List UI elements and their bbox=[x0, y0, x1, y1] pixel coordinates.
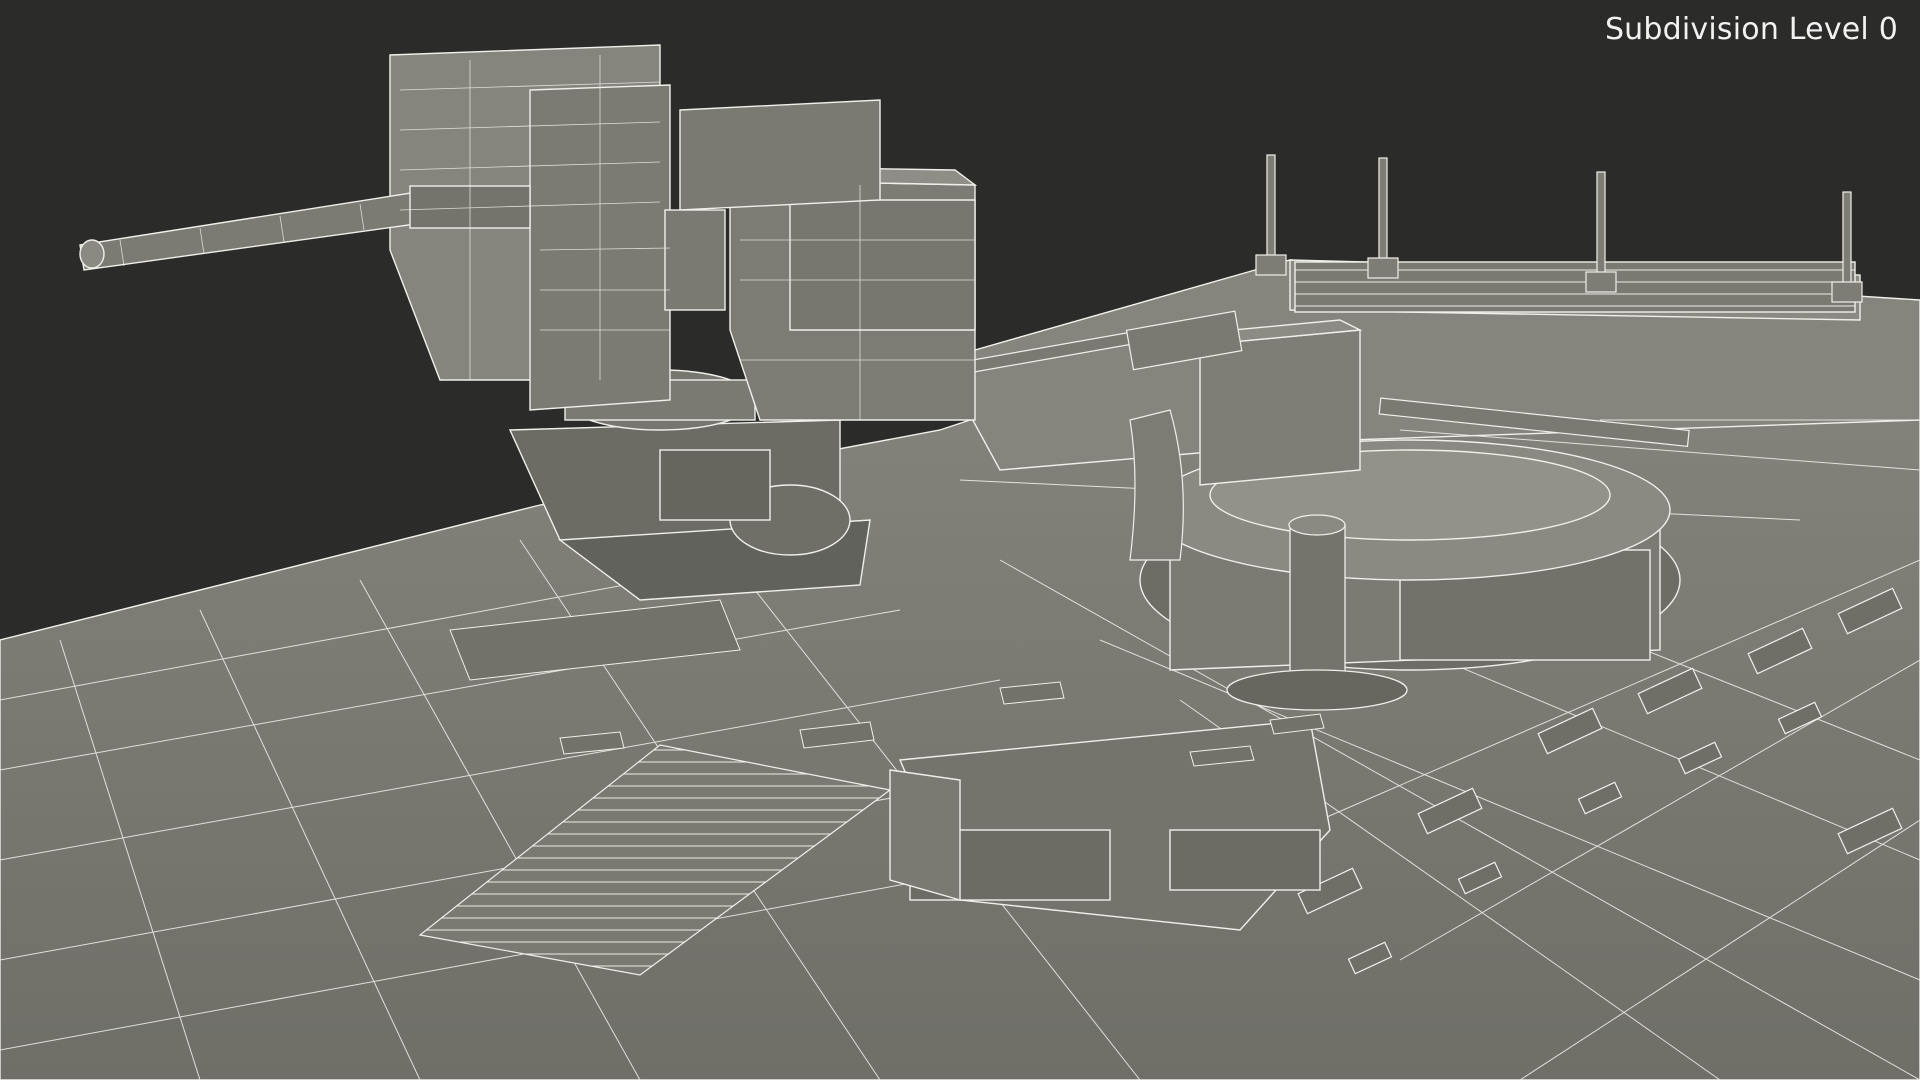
wireframe-render bbox=[0, 0, 1920, 1080]
hose bbox=[1129, 409, 1184, 561]
subdivision-level-label: Subdivision Level 0 bbox=[1604, 12, 1898, 47]
viewport: Subdivision Level 0 bbox=[0, 0, 1920, 1080]
